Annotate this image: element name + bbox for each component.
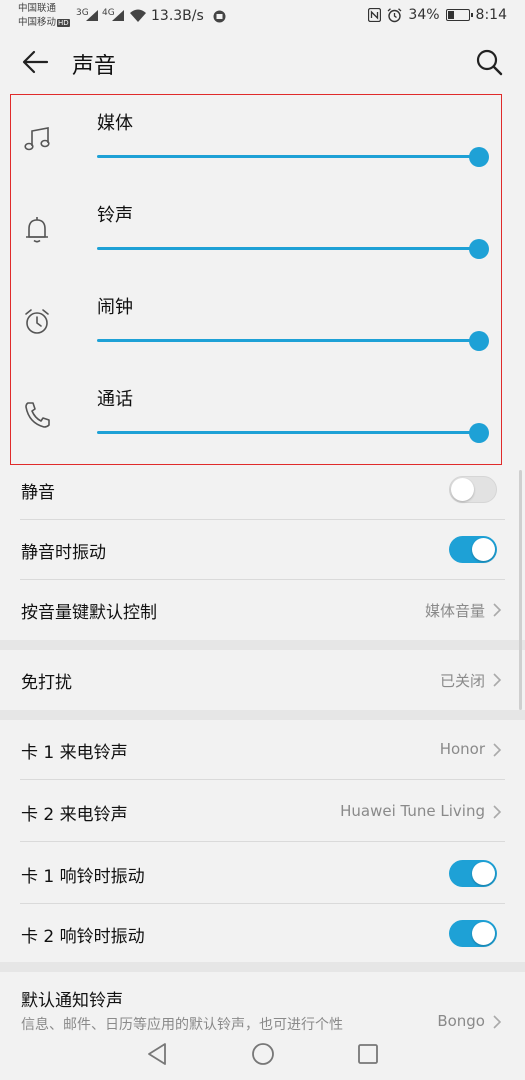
- volume-controls: 媒体 铃声 闹钟 通话: [10, 94, 502, 465]
- chevron-right-icon: [493, 1015, 502, 1029]
- setting-do-not-disturb[interactable]: 免打扰 已关闭: [0, 650, 525, 710]
- setting-value: Bongo: [437, 1012, 485, 1030]
- setting-label: 卡 1 响铃时振动: [21, 867, 145, 887]
- sim2-vibrate-toggle[interactable]: [449, 920, 497, 947]
- setting-label: 卡 1 来电铃声: [21, 743, 128, 763]
- setting-label: 默认通知铃声: [21, 991, 123, 1011]
- home-circle-icon[interactable]: [251, 1042, 275, 1066]
- chevron-right-icon: [493, 603, 502, 617]
- nfc-icon: [368, 8, 382, 22]
- vibrate-silent-toggle[interactable]: [449, 536, 497, 563]
- alarm-clock-icon: [25, 309, 49, 334]
- setting-silent[interactable]: 静音: [0, 462, 525, 520]
- volume-label-media: 媒体: [97, 113, 133, 134]
- volume-slider-thumb-ringtone[interactable]: [469, 239, 489, 259]
- setting-label: 按音量键默认控制: [21, 603, 157, 623]
- recents-square-icon[interactable]: [357, 1042, 379, 1066]
- setting-default-notification-tone[interactable]: 默认通知铃声 信息、邮件、日历等应用的默认铃声，也可进行个性 Bongo: [0, 972, 525, 1034]
- setting-sim2-ringtone[interactable]: 卡 2 来电铃声 Huawei Tune Living: [0, 782, 525, 842]
- status-right: 34% 8:14: [368, 7, 507, 23]
- setting-value: 已关闭: [439, 672, 485, 690]
- app-notification-icon: [213, 10, 226, 23]
- volume-row-media: 媒体: [11, 95, 501, 187]
- signal-icon: [86, 10, 98, 21]
- network-speed: 13.3B/s: [151, 8, 204, 24]
- page-title: 声音: [72, 54, 117, 79]
- volume-row-alarm: 闹钟: [11, 279, 501, 371]
- app-bar: 声音: [0, 34, 525, 92]
- volume-track-call[interactable]: [97, 431, 479, 434]
- silent-toggle[interactable]: [449, 476, 497, 503]
- bell-icon: [26, 217, 48, 243]
- section-gap: [0, 640, 525, 650]
- volume-slider-thumb-media[interactable]: [469, 147, 489, 167]
- wifi-icon: [130, 9, 146, 22]
- carrier-2: 中国移动: [18, 17, 57, 28]
- hd-badge: HD: [57, 19, 70, 27]
- setting-value: Honor: [439, 740, 485, 758]
- carrier-info: 中国联通 中国移动 HD: [18, 2, 70, 30]
- volume-track-media[interactable]: [97, 155, 479, 158]
- setting-value: 媒体音量: [424, 602, 485, 620]
- setting-sim1-vibrate[interactable]: 卡 1 响铃时振动: [0, 844, 525, 904]
- back-triangle-icon[interactable]: [146, 1042, 168, 1066]
- carrier-1: 中国联通: [18, 3, 57, 14]
- setting-label: 静音时振动: [21, 543, 106, 563]
- setting-sim2-vibrate[interactable]: 卡 2 响铃时振动: [0, 904, 525, 964]
- system-nav-bar: [0, 1032, 525, 1080]
- clock: 8:14: [475, 7, 507, 23]
- setting-sim1-ringtone[interactable]: 卡 1 来电铃声 Honor: [0, 720, 525, 780]
- chevron-right-icon: [493, 673, 502, 687]
- phone-icon: [25, 402, 50, 428]
- sim1-vibrate-toggle[interactable]: [449, 860, 497, 887]
- chevron-right-icon: [493, 743, 502, 757]
- volume-track-alarm[interactable]: [97, 339, 479, 342]
- volume-label-call: 通话: [97, 389, 133, 410]
- volume-slider-thumb-call[interactable]: [469, 423, 489, 443]
- alarm-status-icon: [387, 7, 402, 22]
- setting-label: 卡 2 响铃时振动: [21, 927, 145, 947]
- volume-track-ringtone[interactable]: [97, 247, 479, 250]
- scrollbar[interactable]: [519, 470, 522, 710]
- setting-value: Huawei Tune Living: [340, 802, 485, 820]
- setting-label: 卡 2 来电铃声: [21, 805, 128, 825]
- volume-row-ringtone: 铃声: [11, 187, 501, 279]
- setting-vibrate-when-silent[interactable]: 静音时振动: [0, 520, 525, 580]
- section-gap: [0, 962, 525, 972]
- back-arrow-icon[interactable]: [22, 48, 50, 76]
- chevron-right-icon: [493, 805, 502, 819]
- battery-icon: [445, 9, 473, 21]
- volume-label-ringtone: 铃声: [97, 205, 133, 226]
- music-note-icon: [24, 127, 50, 151]
- search-icon[interactable]: [475, 48, 503, 76]
- volume-row-call: 通话: [11, 371, 501, 463]
- setting-volume-key-control[interactable]: 按音量键默认控制 媒体音量: [0, 580, 525, 640]
- setting-description: 信息、邮件、日历等应用的默认铃声，也可进行个性: [21, 1017, 343, 1033]
- setting-label: 静音: [21, 483, 55, 503]
- battery-percent: 34%: [408, 7, 440, 23]
- volume-slider-thumb-alarm[interactable]: [469, 331, 489, 351]
- section-gap: [0, 710, 525, 720]
- signal-icon: [112, 10, 124, 21]
- setting-label: 免打扰: [21, 673, 72, 693]
- status-bar: 中国联通 中国移动 HD 3G 4G 13.3B/s 34% 8:14: [0, 0, 525, 34]
- volume-label-alarm: 闹钟: [97, 297, 133, 318]
